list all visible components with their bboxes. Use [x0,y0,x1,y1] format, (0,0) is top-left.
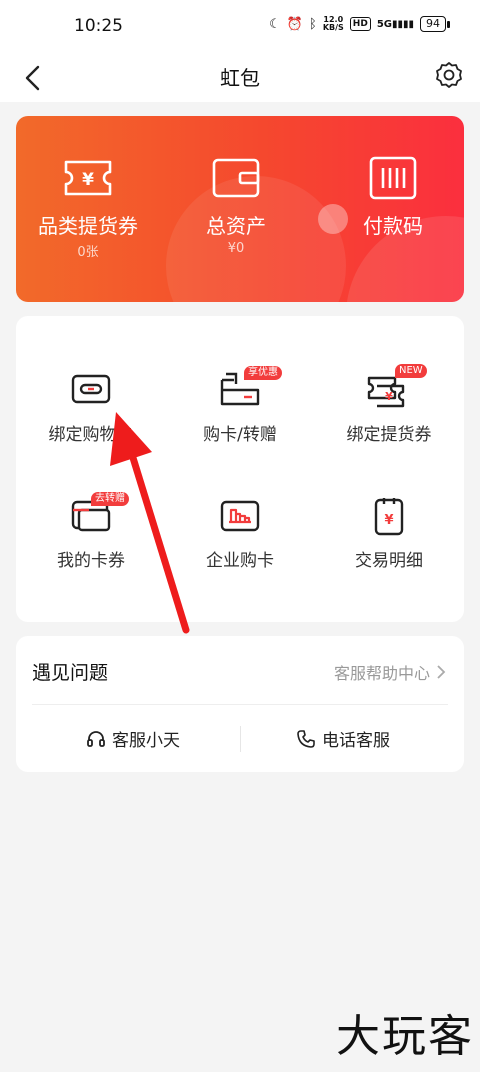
grid-item-transactions[interactable]: ¥ 交易明细 [314,496,464,571]
divider [32,704,448,705]
customer-service-button[interactable]: 客服小天 [86,726,180,751]
grid-item-bind-voucher[interactable]: ¥ NEW 绑定提货券 [314,364,464,445]
hd-icon: HD [349,17,371,31]
net-speed: 12.0 KB/S [322,15,344,32]
page-title: 虹包 [220,66,260,90]
gear-icon[interactable] [434,60,464,90]
status-bar: 10:25 ☾ ⏰ ᛒ 12.0 KB/S HD 5G▮▮▮▮ 94 [0,0,480,56]
new-badge: NEW [395,364,427,378]
phone-service-button[interactable]: 电话客服 [296,726,390,751]
enterprise-card-icon [220,500,260,532]
grid-item-bind-card[interactable]: 绑定购物卡 [16,370,166,445]
link-card-icon [71,374,111,404]
grid-item-enterprise[interactable]: 企业购卡 [165,496,315,571]
moon-icon: ☾ [269,16,281,32]
svg-text:¥: ¥ [385,390,393,403]
service-grid: 绑定购物卡 享优惠 购卡/转赠 ¥ NEW 绑定提货券 去转赠 我的卡券 企业购… [16,316,464,622]
svg-text:¥: ¥ [384,513,393,528]
grid-item-my-cards[interactable]: 去转赠 我的卡券 [16,492,166,571]
ticket-icon: ¥ [64,160,112,196]
wallet-icon [212,158,260,198]
status-time: 10:25 [74,16,123,36]
asset-banner: ¥ 品类提货券 0张 总资产 ¥0 付款码 [16,116,464,302]
transaction-icon: ¥ [374,498,404,536]
alarm-icon: ⏰ [286,16,303,32]
help-title: 遇见问题 [32,662,109,684]
barcode-icon [369,156,417,200]
help-center-link[interactable]: 客服帮助中心 [334,660,446,684]
grid-item-buy-card[interactable]: 享优惠 购卡/转赠 [165,366,315,445]
watermark-logo: 大玩客 [336,1011,474,1062]
status-icons: ☾ ⏰ ᛒ 12.0 KB/S HD 5G▮▮▮▮ 94 [269,15,450,32]
svg-text:¥: ¥ [82,170,94,190]
bluetooth-icon: ᛒ [309,16,317,32]
battery-icon: 94 [420,16,450,32]
banner-item-vouchers[interactable]: ¥ 品类提货券 0张 [16,156,163,260]
help-card: 遇见问题 客服帮助中心 客服小天 电话客服 [16,636,464,772]
banner-item-paycode[interactable]: 付款码 [318,156,464,241]
chevron-right-icon [437,665,446,679]
phone-icon [297,729,315,748]
transfer-badge: 去转赠 [91,492,129,506]
signal-icon: 5G▮▮▮▮ [376,18,414,30]
divider [240,726,241,752]
top-nav: 虹包 [0,56,480,102]
discount-badge: 享优惠 [244,366,282,380]
headset-icon [87,730,105,747]
banner-item-assets[interactable]: 总资产 ¥0 [161,156,311,256]
